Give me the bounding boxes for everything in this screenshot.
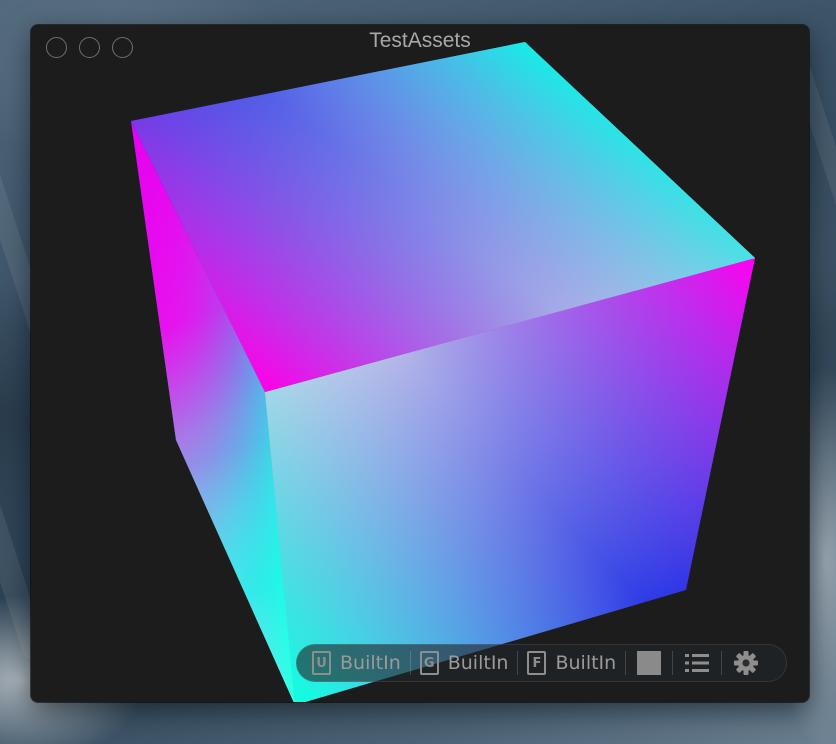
list-button[interactable] (684, 650, 710, 676)
toolbar-separator (721, 651, 723, 675)
g-icon: G (419, 651, 439, 675)
toolbar-item-f[interactable]: F BuiltIn (527, 645, 616, 681)
toolbar-separator (409, 651, 411, 675)
toolbar-separator (625, 651, 627, 675)
u-icon: U (312, 651, 331, 675)
toolbar-item-label: BuiltIn (447, 652, 509, 674)
f-icon: F (527, 651, 547, 675)
toolbar-separator (517, 651, 519, 675)
toolbar-item-g[interactable]: G BuiltIn (419, 645, 509, 681)
toolbar-separator (672, 651, 674, 675)
render-viewport[interactable] (31, 25, 809, 702)
toolbar-item-u[interactable]: U BuiltIn (312, 645, 401, 681)
list-icon (685, 654, 710, 672)
window-title: TestAssets (369, 29, 471, 52)
toolbar-item-label: BuiltIn (555, 652, 617, 674)
app-window: TestAssets U BuiltIn G BuiltIn F BuiltIn (31, 25, 809, 702)
toolbar-item-label: BuiltIn (340, 652, 401, 674)
settings-button[interactable] (733, 650, 759, 676)
color-swatch-button[interactable] (637, 651, 662, 675)
gear-icon (734, 651, 759, 675)
bottom-toolbar: U BuiltIn G BuiltIn F BuiltIn (296, 644, 787, 682)
